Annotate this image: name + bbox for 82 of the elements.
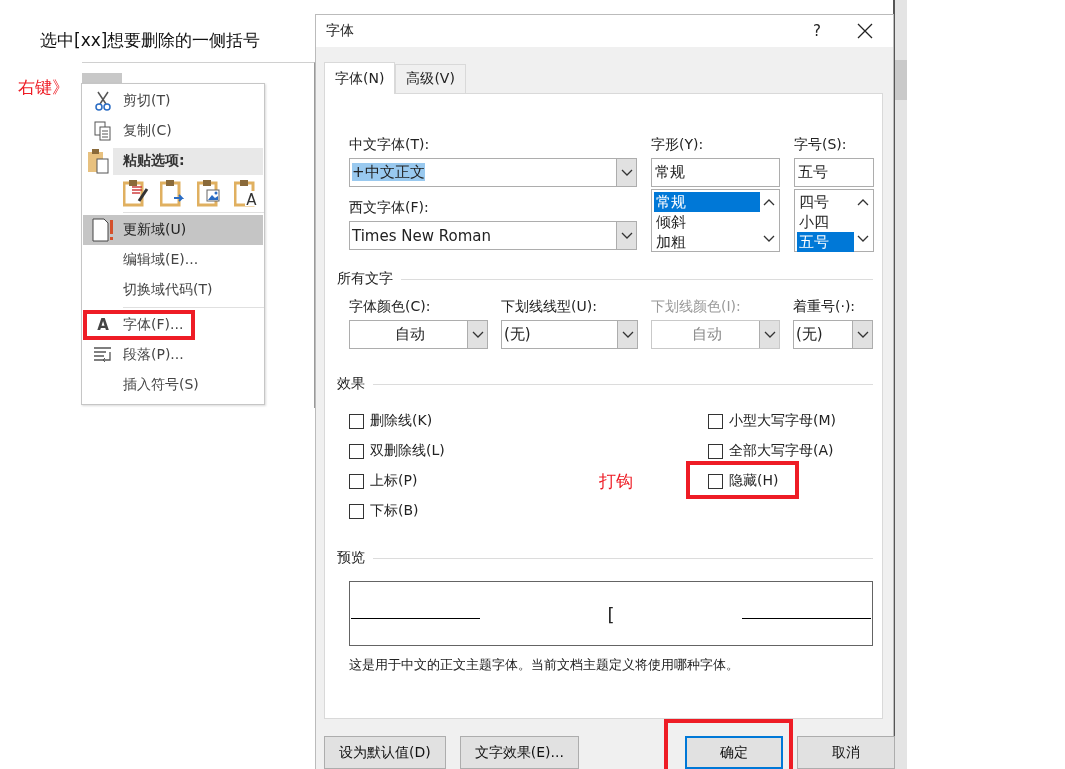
chevron-down-icon	[762, 235, 775, 243]
list-box[interactable]: 四号 小四 五号	[794, 189, 874, 252]
cancel-button[interactable]: 取消	[796, 736, 895, 769]
dropdown[interactable]: Times New Roman	[349, 221, 637, 250]
document-alert-icon	[91, 218, 115, 242]
paste-picture-icon[interactable]	[197, 179, 223, 207]
paragraph-icon	[93, 346, 113, 364]
chevron-down-icon	[620, 168, 633, 177]
checkbox[interactable]	[708, 473, 723, 489]
field-label: 字形(Y):	[651, 136, 705, 154]
chevron-down-icon	[621, 330, 634, 339]
dialog-title: 字体	[326, 22, 355, 40]
text-field[interactable]: 常规	[651, 158, 780, 187]
menu-item[interactable]: 编辑域(E)...	[83, 245, 263, 275]
checkbox[interactable]	[349, 413, 364, 429]
paste-arrow-icon[interactable]	[160, 179, 186, 207]
dropdown[interactable]: (无)	[793, 320, 873, 349]
text-field[interactable]: 五号	[794, 158, 874, 187]
copy-icon	[94, 121, 112, 141]
field-label: 下划线线型(U):	[501, 298, 598, 316]
checkbox-label: 删除线(K)	[370, 412, 433, 430]
dropdown[interactable]: +中文正文	[349, 158, 637, 187]
preview-text: [	[607, 604, 615, 625]
field-label: 字号(S):	[794, 136, 848, 154]
checkbox[interactable]	[708, 443, 723, 459]
checkbox[interactable]	[349, 443, 364, 459]
section-title: 所有文字	[337, 270, 393, 288]
list-option[interactable]: 常规	[654, 192, 760, 212]
help-button[interactable]: ?	[797, 22, 837, 40]
checkbox[interactable]	[349, 473, 364, 489]
set-default-button[interactable]: 设为默认值(D)	[324, 736, 446, 769]
tab[interactable]: 高级(V)	[395, 64, 466, 93]
annotation-note: 右键》	[18, 76, 69, 99]
field-label: 西文字体(F):	[349, 199, 430, 217]
field-label: 中文字体(T):	[349, 136, 431, 154]
field-label: 着重号(·):	[793, 298, 857, 316]
annotation-note: 打钩	[599, 470, 633, 493]
checkbox[interactable]	[349, 503, 364, 519]
list-box[interactable]: 常规 倾斜 加粗	[651, 189, 780, 252]
chevron-down-icon	[620, 231, 633, 240]
preview-description: 这是用于中文的正文主题字体。当前文档主题定义将使用哪种字体。	[349, 656, 740, 674]
checkbox-label: 小型大写字母(M)	[729, 412, 836, 430]
checkbox-label: 双删除线(L)	[370, 442, 445, 460]
menu-item[interactable]: A 字体(F)...	[83, 310, 263, 340]
font-icon: A	[97, 316, 109, 334]
text-effects-button[interactable]: 文字效果(E)...	[459, 736, 579, 769]
chevron-up-icon	[762, 198, 775, 206]
section-title: 效果	[337, 375, 365, 393]
menu-item[interactable]: 剪切(T)	[83, 86, 263, 116]
chevron-down-icon	[763, 330, 776, 339]
instruction-note: 选中[xx]想要删除的一侧括号	[40, 29, 261, 52]
chevron-up-icon	[856, 198, 869, 206]
menu-item[interactable]: 更新域(U)	[83, 215, 263, 245]
tab[interactable]: 字体(N)	[324, 62, 396, 94]
clipboard-icon	[87, 148, 109, 174]
menu-item[interactable]: 段落(P)...	[83, 340, 263, 370]
field-label: 下划线颜色(I):	[651, 298, 742, 316]
scissors-icon	[94, 91, 112, 111]
section-title: 预览	[337, 549, 365, 567]
checkbox-label: 全部大写字母(A)	[729, 442, 834, 460]
chevron-down-icon	[856, 235, 869, 243]
menu-item[interactable]: 复制(C)	[83, 116, 263, 146]
checkbox-label: 隐藏(H)	[729, 472, 779, 490]
field-label: 字体颜色(C):	[349, 298, 432, 316]
menu-header: 粘贴选项:	[113, 147, 263, 175]
list-option[interactable]: 加粗	[654, 232, 760, 252]
list-option[interactable]: 四号	[797, 192, 854, 212]
checkbox[interactable]	[708, 413, 723, 429]
dropdown[interactable]: (无)	[501, 320, 638, 349]
list-option[interactable]: 倾斜	[654, 212, 760, 232]
list-option[interactable]: 小四	[797, 212, 854, 232]
dropdown[interactable]: 自动	[349, 320, 488, 349]
close-icon	[857, 23, 873, 39]
chevron-down-icon	[471, 330, 484, 339]
checkbox-label: 上标(P)	[370, 472, 418, 490]
ok-button[interactable]: 确定	[684, 736, 783, 769]
chevron-down-icon	[856, 330, 869, 339]
menu-item[interactable]: 插入符号(S)	[83, 370, 263, 400]
paste-brush-icon[interactable]	[123, 179, 149, 207]
checkbox-label: 下标(B)	[370, 502, 419, 520]
list-option[interactable]: 五号	[797, 232, 854, 252]
menu-item[interactable]: 切换域代码(T)	[83, 275, 263, 305]
